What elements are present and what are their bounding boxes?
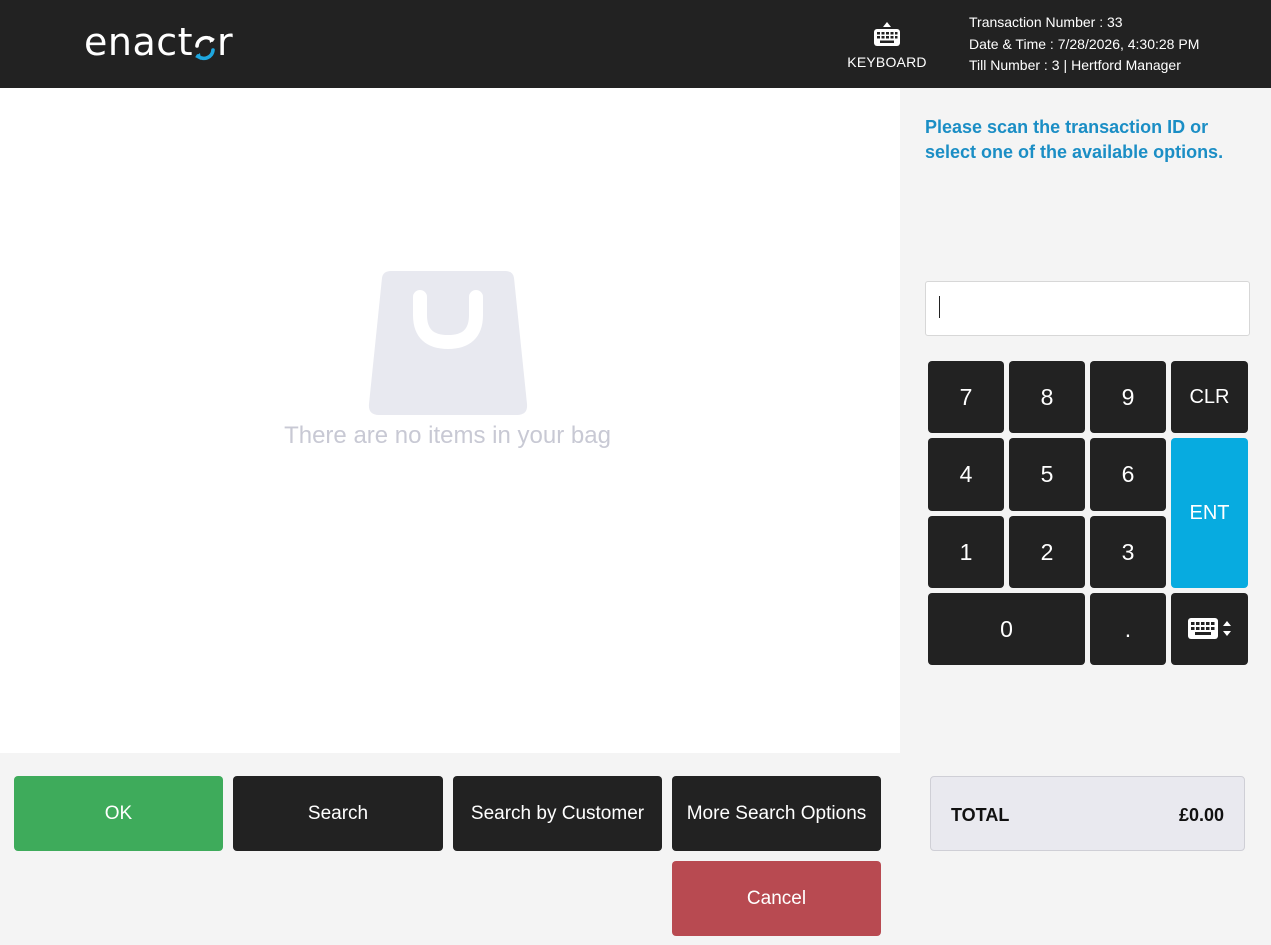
logo-text-main: enact — [84, 20, 194, 64]
transaction-id-input[interactable] — [925, 281, 1250, 336]
empty-bag-message: There are no items in your bag — [284, 422, 611, 449]
key-8[interactable]: 8 — [1009, 361, 1085, 433]
total-box: TOTAL £0.00 — [930, 776, 1245, 851]
cancel-button[interactable]: Cancel — [672, 861, 881, 936]
total-value: £0.00 — [1178, 805, 1224, 825]
key-2[interactable]: 2 — [1009, 516, 1085, 588]
key-decimal[interactable]: . — [1090, 593, 1166, 665]
search-button[interactable]: Search — [233, 776, 443, 851]
keyboard-toggle-button[interactable] — [1171, 593, 1248, 665]
ok-button[interactable]: OK — [14, 776, 223, 851]
key-4[interactable]: 4 — [928, 438, 1004, 511]
keyboard-icon — [874, 22, 900, 46]
total-label: TOTAL — [951, 805, 1010, 825]
key-0[interactable]: 0 — [928, 593, 1085, 665]
user-name: Hertford Manager — [1071, 57, 1181, 73]
key-6[interactable]: 6 — [1090, 438, 1166, 511]
logo-text-tail: r — [217, 20, 234, 64]
bag-items-area: There are no items in your bag — [0, 88, 900, 753]
more-search-options-button[interactable]: More Search Options — [672, 776, 881, 851]
till-user-line: Till Number : 3 | Hertford Manager — [969, 55, 1199, 77]
shopping-bag-icon — [368, 271, 528, 415]
key-7[interactable]: 7 — [928, 361, 1004, 433]
key-clear[interactable]: CLR — [1171, 361, 1248, 433]
key-3[interactable]: 3 — [1090, 516, 1166, 588]
numeric-keypad: 7 8 9 CLR 4 5 6 ENT 1 2 3 0 . — [928, 361, 1248, 665]
key-1[interactable]: 1 — [928, 516, 1004, 588]
keyboard-toggle-icon — [1187, 618, 1231, 639]
till-number: Till Number : 3 — [969, 57, 1060, 73]
scan-prompt: Please scan the transaction ID or select… — [925, 117, 1224, 162]
separator: | — [1063, 57, 1068, 73]
key-5[interactable]: 5 — [1009, 438, 1085, 511]
transaction-info: Transaction Number : 33 Date & Time : 7/… — [969, 12, 1199, 77]
search-by-customer-button[interactable]: Search by Customer — [453, 776, 662, 851]
key-enter[interactable]: ENT — [1171, 438, 1248, 588]
transaction-number: Transaction Number : 33 — [969, 14, 1123, 30]
enactor-logo: enact r — [84, 20, 233, 64]
text-caret — [939, 296, 940, 318]
key-9[interactable]: 9 — [1090, 361, 1166, 433]
date-time: Date & Time : 7/28/2026, 4:30:28 PM — [969, 35, 1200, 52]
app-header: enact r KEYBOARD Transaction Number : 33… — [0, 0, 1271, 88]
keyboard-label: KEYBOARD — [847, 54, 927, 70]
keyboard-button[interactable]: KEYBOARD — [846, 18, 928, 80]
logo-o-icon — [193, 20, 217, 64]
